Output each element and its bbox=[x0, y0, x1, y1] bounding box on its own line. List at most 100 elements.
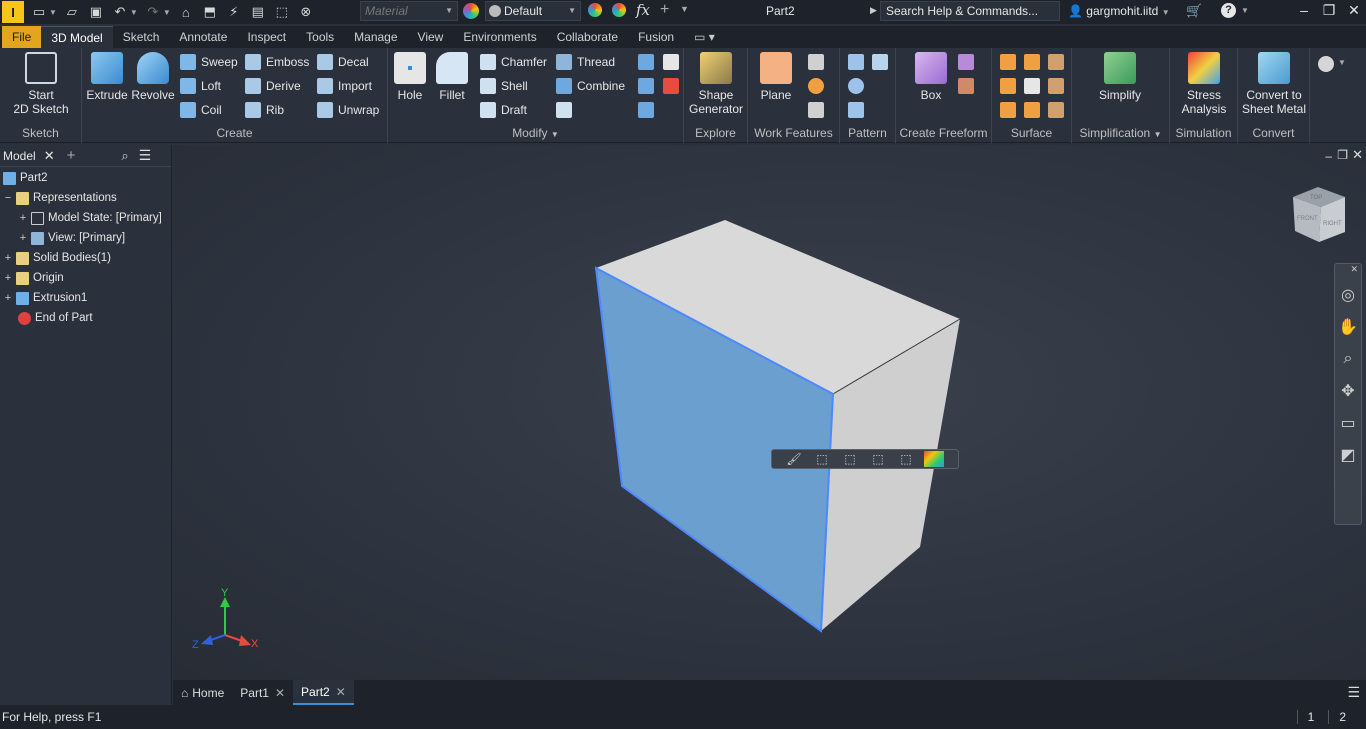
select-feature-icon[interactable]: ⬚ bbox=[868, 451, 888, 467]
point-button[interactable] bbox=[808, 78, 829, 94]
tab-collaborate[interactable]: Collaborate bbox=[547, 26, 628, 48]
look-at-icon[interactable]: ◩ bbox=[1335, 442, 1361, 468]
share-icon[interactable]: ⬚ bbox=[273, 3, 291, 21]
shell-button[interactable]: Shell bbox=[480, 78, 528, 94]
patch-button[interactable] bbox=[1024, 54, 1045, 70]
repair-bodies-button[interactable] bbox=[1048, 102, 1069, 118]
tab-file[interactable]: File bbox=[2, 26, 42, 48]
cart-icon[interactable]: 🛒 bbox=[1186, 3, 1202, 19]
circular-pattern-button[interactable] bbox=[848, 78, 869, 94]
update-icon[interactable]: ⚡ bbox=[225, 3, 243, 21]
ribbon-options-dropdown-icon[interactable]: ▼ bbox=[1338, 58, 1346, 67]
appearance-brush-icon[interactable]: 🖌 bbox=[784, 451, 804, 467]
open-folder-icon[interactable]: ▱ bbox=[63, 3, 81, 21]
split-button[interactable] bbox=[556, 102, 577, 118]
save-icon[interactable]: ▣ bbox=[87, 3, 105, 21]
rib-button[interactable]: Rib bbox=[245, 102, 284, 118]
face-button[interactable] bbox=[958, 54, 979, 70]
emboss-button[interactable]: Emboss bbox=[245, 54, 309, 70]
new-file-icon[interactable]: ▭ bbox=[30, 3, 48, 21]
simplify-button[interactable]: Simplify bbox=[1092, 52, 1148, 102]
appearance-select[interactable]: Default ▼ bbox=[485, 1, 581, 21]
close-tab-icon[interactable]: ✕ bbox=[336, 685, 346, 699]
customize-dropdown-icon[interactable]: ▼ bbox=[680, 4, 689, 14]
appearance-ball-icon[interactable]: ⊗ bbox=[297, 3, 315, 21]
ribbon-toggle-icon[interactable]: ▭ ▾ bbox=[684, 26, 725, 48]
boundary-patch-button[interactable] bbox=[1048, 78, 1069, 94]
zoom-icon[interactable]: ⌕ bbox=[1335, 346, 1361, 372]
unwrap-button[interactable]: Unwrap bbox=[317, 102, 379, 118]
thicken-button[interactable] bbox=[638, 78, 659, 94]
expand-icon[interactable]: + bbox=[18, 212, 28, 224]
replace-face-button[interactable] bbox=[1024, 102, 1045, 118]
convert-sheet-metal-button[interactable]: Convert to Sheet Metal bbox=[1240, 52, 1308, 116]
help-dropdown-icon[interactable]: ▼ bbox=[1241, 6, 1249, 15]
sketch-pattern-button[interactable] bbox=[848, 102, 869, 118]
graphics-viewport[interactable]: – ❐ ✕ Y X Z TOP FRONT RIGHT 🖌 ⬚ ⬚ ⬚ ⬚ ✕ … bbox=[173, 145, 1366, 680]
tab-annotate[interactable]: Annotate bbox=[169, 26, 237, 48]
browser-close-icon[interactable]: ✕ bbox=[44, 148, 55, 164]
browser-add-icon[interactable]: + bbox=[67, 147, 76, 164]
color-override-icon[interactable] bbox=[924, 451, 944, 467]
browser-menu-icon[interactable]: ☰ bbox=[139, 147, 152, 164]
user-account[interactable]: 👤 gargmohit.iitd ▼ bbox=[1068, 4, 1170, 18]
ucs-button[interactable] bbox=[808, 102, 829, 118]
derive-button[interactable]: Derive bbox=[245, 78, 301, 94]
coil-button[interactable]: Coil bbox=[180, 102, 222, 118]
parameters-fx-icon[interactable]: fx bbox=[636, 1, 650, 19]
start-2d-sketch-button[interactable]: Start 2D Sketch bbox=[8, 52, 74, 116]
extrude-button[interactable]: Extrude bbox=[84, 52, 130, 102]
stitch-button[interactable] bbox=[1000, 54, 1021, 70]
color-wheel-icon[interactable] bbox=[463, 3, 479, 19]
undo-icon[interactable]: ↶ bbox=[111, 3, 129, 21]
select-face-icon[interactable]: ⬚ bbox=[812, 451, 832, 467]
rectangular-pattern-button[interactable] bbox=[848, 54, 869, 70]
sculpt-button[interactable] bbox=[1048, 54, 1069, 70]
doc-tab-part1[interactable]: Part1 ✕ bbox=[232, 680, 293, 705]
minimize-button[interactable]: – bbox=[1290, 2, 1318, 22]
copy-object-button[interactable] bbox=[663, 78, 684, 94]
tree-item-origin[interactable]: + Origin bbox=[3, 269, 64, 287]
help-icon[interactable]: ? bbox=[1221, 3, 1236, 18]
doc-tab-part2[interactable]: Part2 ✕ bbox=[293, 680, 354, 705]
redo-dropdown-icon[interactable]: ▼ bbox=[163, 8, 171, 17]
extend-button[interactable] bbox=[1024, 78, 1045, 94]
tab-3d-model[interactable]: 3D Model bbox=[41, 26, 113, 48]
orbit-icon[interactable]: ✥ bbox=[1335, 378, 1361, 404]
tree-item-representations[interactable]: − Representations bbox=[3, 189, 117, 207]
box-button[interactable]: Box bbox=[912, 52, 950, 102]
collapse-icon[interactable]: − bbox=[3, 192, 13, 204]
search-input[interactable]: Search Help & Commands... bbox=[880, 1, 1060, 21]
close-tab-icon[interactable]: ✕ bbox=[275, 686, 285, 700]
nav-bar-close-icon[interactable]: ✕ bbox=[1350, 264, 1358, 275]
plane-button[interactable]: Plane bbox=[756, 52, 796, 102]
expand-icon[interactable]: + bbox=[3, 292, 13, 304]
trim-button[interactable] bbox=[1000, 78, 1021, 94]
tab-environments[interactable]: Environments bbox=[453, 26, 546, 48]
undo-dropdown-icon[interactable]: ▼ bbox=[130, 8, 138, 17]
browser-title[interactable]: Model bbox=[3, 149, 36, 163]
add-icon[interactable]: + bbox=[660, 1, 669, 19]
shape-generator-button[interactable]: Shape Generator bbox=[686, 52, 746, 116]
loft-button[interactable]: Loft bbox=[180, 78, 221, 94]
import-button[interactable]: Import bbox=[317, 78, 372, 94]
thread-button[interactable]: Thread bbox=[556, 54, 615, 70]
direct-edit-button[interactable] bbox=[638, 54, 659, 70]
combine-button[interactable]: Combine bbox=[556, 78, 625, 94]
tab-fusion[interactable]: Fusion bbox=[628, 26, 684, 48]
select-icon[interactable]: ▤ bbox=[249, 3, 267, 21]
close-window-button[interactable]: ✕ bbox=[1340, 2, 1366, 22]
expand-icon[interactable]: + bbox=[3, 252, 13, 264]
tree-item-solid-bodies[interactable]: + Solid Bodies(1) bbox=[3, 249, 111, 267]
doc-tab-home[interactable]: ⌂ Home bbox=[173, 680, 232, 705]
tab-tools[interactable]: Tools bbox=[296, 26, 344, 48]
redo-icon[interactable]: ↷ bbox=[144, 3, 162, 21]
delete-face-button[interactable] bbox=[638, 102, 659, 118]
tree-item-view[interactable]: + View: [Primary] bbox=[18, 229, 125, 247]
new-dropdown-icon[interactable]: ▼ bbox=[49, 8, 57, 17]
ruled-surface-button[interactable] bbox=[1000, 102, 1021, 118]
draft-button[interactable]: Draft bbox=[480, 102, 527, 118]
expand-icon[interactable]: + bbox=[3, 272, 13, 284]
app-logo-icon[interactable]: I bbox=[2, 1, 24, 23]
pan-hand-icon[interactable]: ✋ bbox=[1335, 314, 1361, 340]
